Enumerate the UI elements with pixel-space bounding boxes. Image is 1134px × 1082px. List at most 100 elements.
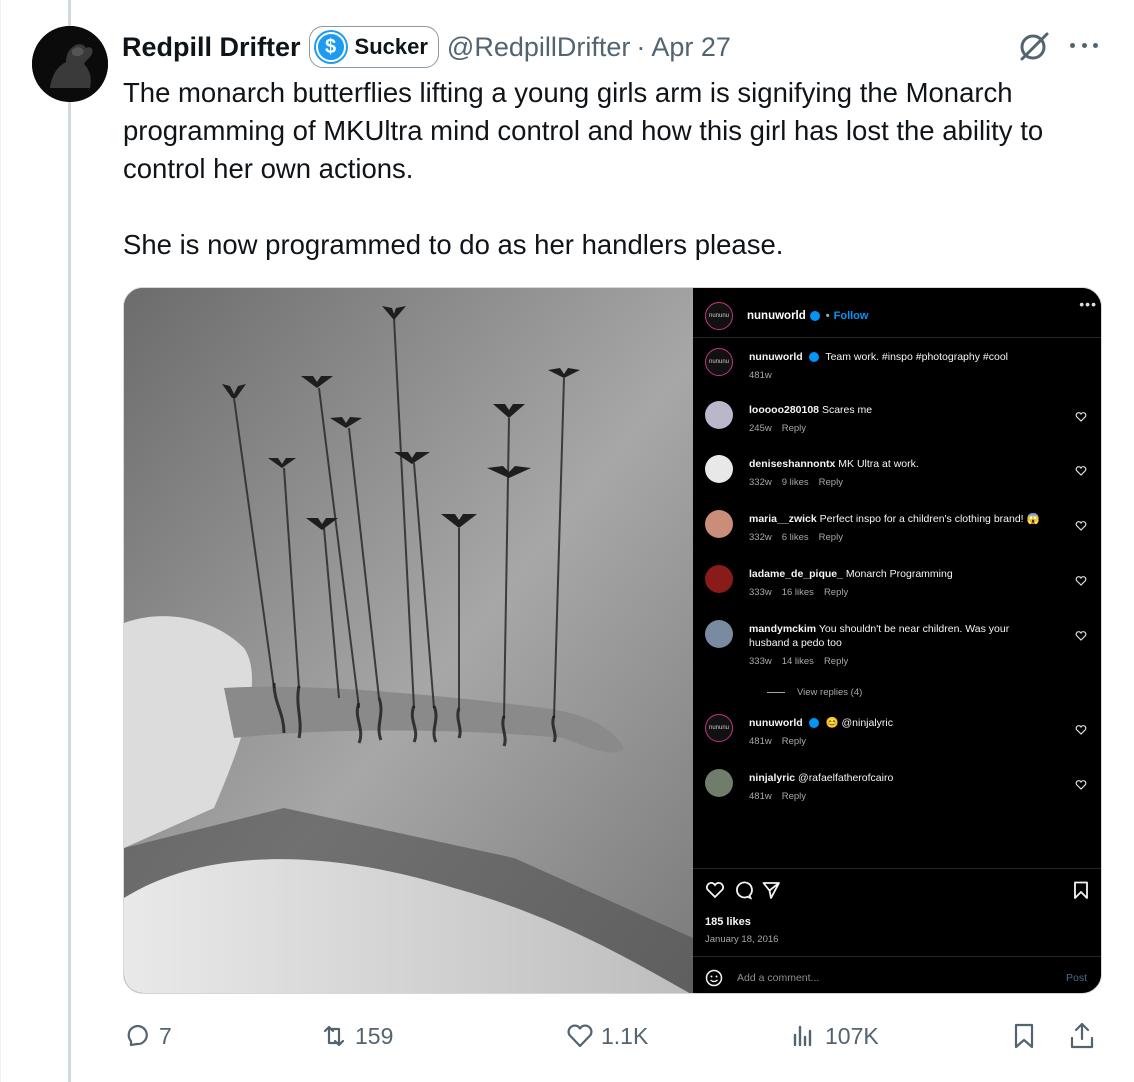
comment-body: maria__zwick Perfect inspo for a childre…	[749, 512, 1049, 545]
instagram-header: nununu nunuworld • Follow	[705, 298, 1093, 334]
comment-like-icon[interactable]	[1075, 779, 1087, 791]
comment-text: Team work. #inspo #photography #cool	[825, 351, 1009, 363]
thread-line	[68, 0, 71, 1082]
grok-icon[interactable]	[1016, 28, 1052, 64]
commenter-name[interactable]: mandymckim	[749, 623, 816, 635]
share-icon[interactable]	[761, 880, 781, 900]
account-avatar[interactable]: nununu	[705, 302, 733, 330]
comment-likes[interactable]: 14 likes	[782, 656, 814, 667]
reply-button[interactable]: Reply	[819, 477, 843, 488]
share-icon	[1070, 1022, 1094, 1049]
retweet-button[interactable]: 159	[319, 1014, 393, 1058]
share-button[interactable]	[1067, 1014, 1097, 1058]
commenter-avatar[interactable]	[705, 769, 733, 797]
tweet-paragraph: The monarch butterflies lifting a young …	[123, 77, 1044, 184]
heart-icon[interactable]	[705, 880, 725, 900]
view-count: 107K	[825, 1022, 879, 1049]
commenter-avatar[interactable]	[705, 565, 733, 593]
comment-age: 481w	[749, 791, 772, 802]
commenter-avatar[interactable]: nununu	[705, 714, 733, 742]
instagram-actions	[705, 880, 1093, 904]
comment-likes[interactable]: 6 likes	[782, 532, 809, 543]
comment-meta: 245w Reply	[749, 422, 1049, 436]
comment-meta: 333w 14 likes Reply	[749, 655, 1049, 669]
author-handle[interactable]: @RedpillDrifter	[447, 32, 630, 63]
add-comment-bar: Add a comment... Post	[705, 967, 1093, 989]
comment-like-icon[interactable]	[1075, 575, 1087, 587]
like-count: 1.1K	[601, 1022, 649, 1049]
comment-like-icon[interactable]	[1075, 520, 1087, 532]
more-options-icon[interactable]	[1066, 30, 1102, 60]
emoji-icon[interactable]	[705, 969, 723, 987]
commenter-name[interactable]: ninjalyric	[749, 772, 795, 784]
comment-icon[interactable]	[733, 880, 753, 900]
tweet-media[interactable]: nununu nunuworld • Follow ••• nununu nun…	[123, 287, 1102, 994]
commenter-name[interactable]: deniseshannontx	[749, 458, 835, 470]
view-replies-link[interactable]: View replies (4)	[767, 687, 967, 698]
view-replies-label[interactable]: View replies (4)	[797, 687, 862, 698]
reply-button[interactable]: Reply	[782, 736, 806, 747]
commenter-avatar[interactable]	[705, 455, 733, 483]
reply-button[interactable]: Reply	[824, 656, 848, 667]
comment-age: 481w	[749, 370, 772, 381]
bookmark-button[interactable]	[1009, 1014, 1039, 1058]
commenter-avatar[interactable]	[705, 510, 733, 538]
comment-text: MK Ultra at work.	[838, 458, 919, 470]
comment-text: Perfect inspo for a children's clothing …	[819, 513, 1040, 525]
commenter-avatar[interactable]: nununu	[705, 348, 733, 376]
commenter-avatar[interactable]	[705, 401, 733, 429]
reply-button[interactable]: 7	[123, 1014, 172, 1058]
reply-icon	[127, 1024, 148, 1047]
bookmark-icon[interactable]	[1071, 880, 1091, 900]
comment-text: Scares me	[821, 404, 873, 416]
like-button[interactable]: 1.1K	[565, 1014, 648, 1058]
add-comment-input[interactable]: Add a comment...	[737, 972, 1066, 984]
commenter-avatar[interactable]	[705, 620, 733, 648]
comment-age: 333w	[749, 656, 772, 667]
subscription-badge[interactable]: $ Sucker	[308, 26, 439, 68]
header-separator: ·	[636, 31, 646, 62]
views-button[interactable]: 107K	[789, 1014, 879, 1058]
commenter-name[interactable]: nunuworld	[749, 717, 803, 729]
comment-like-icon[interactable]	[1075, 724, 1087, 736]
comment-likes[interactable]: 9 likes	[782, 477, 809, 488]
comment-body: nunuworld 😊 @ninjalyric 481w Reply	[749, 716, 1049, 749]
commenter-name[interactable]: nunuworld	[749, 351, 803, 363]
views-icon	[793, 1025, 812, 1047]
comment-like-icon[interactable]	[1075, 411, 1087, 423]
post-date: January 18, 2016	[705, 934, 779, 945]
more-icon[interactable]: •••	[1079, 296, 1097, 312]
comment-likes[interactable]: 16 likes	[782, 587, 814, 598]
retweet-icon	[323, 1025, 345, 1047]
comment-meta: 332w 9 likes Reply	[749, 476, 1049, 490]
commenter-name[interactable]: ladame_de_pique_	[749, 568, 843, 580]
tweet-date[interactable]: Apr 27	[651, 32, 731, 63]
account-name[interactable]: nunuworld	[747, 310, 806, 322]
follow-button[interactable]: Follow	[834, 310, 869, 322]
reply-button[interactable]: Reply	[824, 587, 848, 598]
post-button[interactable]: Post	[1066, 972, 1087, 984]
comment-meta: 481w Reply	[749, 735, 1049, 749]
comment-body: deniseshannontx MK Ultra at work. 332w 9 …	[749, 457, 1049, 490]
comment-body: ladame_de_pique_ Monarch Programming 333…	[749, 567, 1049, 600]
reply-button[interactable]: Reply	[782, 791, 806, 802]
badge-label: Sucker	[354, 34, 428, 59]
reply-count: 7	[159, 1022, 172, 1049]
commenter-name[interactable]: looooo280108	[749, 404, 819, 416]
comment-like-icon[interactable]	[1075, 630, 1087, 642]
divider	[693, 337, 1101, 338]
reply-button[interactable]: Reply	[819, 532, 843, 543]
comment-like-icon[interactable]	[1075, 465, 1087, 477]
reply-button[interactable]: Reply	[782, 423, 806, 434]
follow-separator: •	[825, 310, 830, 322]
likes-count[interactable]: 185 likes	[705, 916, 751, 928]
commenter-name[interactable]: maria__zwick	[749, 513, 817, 525]
comment-meta: 333w 16 likes Reply	[749, 586, 1049, 600]
butterfly-photo[interactable]	[124, 288, 693, 993]
comment-body: mandymckim You shouldn't be near childre…	[749, 622, 1049, 669]
comment-age: 333w	[749, 587, 772, 598]
comment-body: nunuworld Team work. #inspo #photography…	[749, 350, 1049, 383]
author-name[interactable]: Redpill Drifter	[122, 32, 301, 63]
author-avatar[interactable]	[32, 26, 108, 102]
comment-body: looooo280108 Scares me 245w Reply	[749, 403, 1049, 436]
